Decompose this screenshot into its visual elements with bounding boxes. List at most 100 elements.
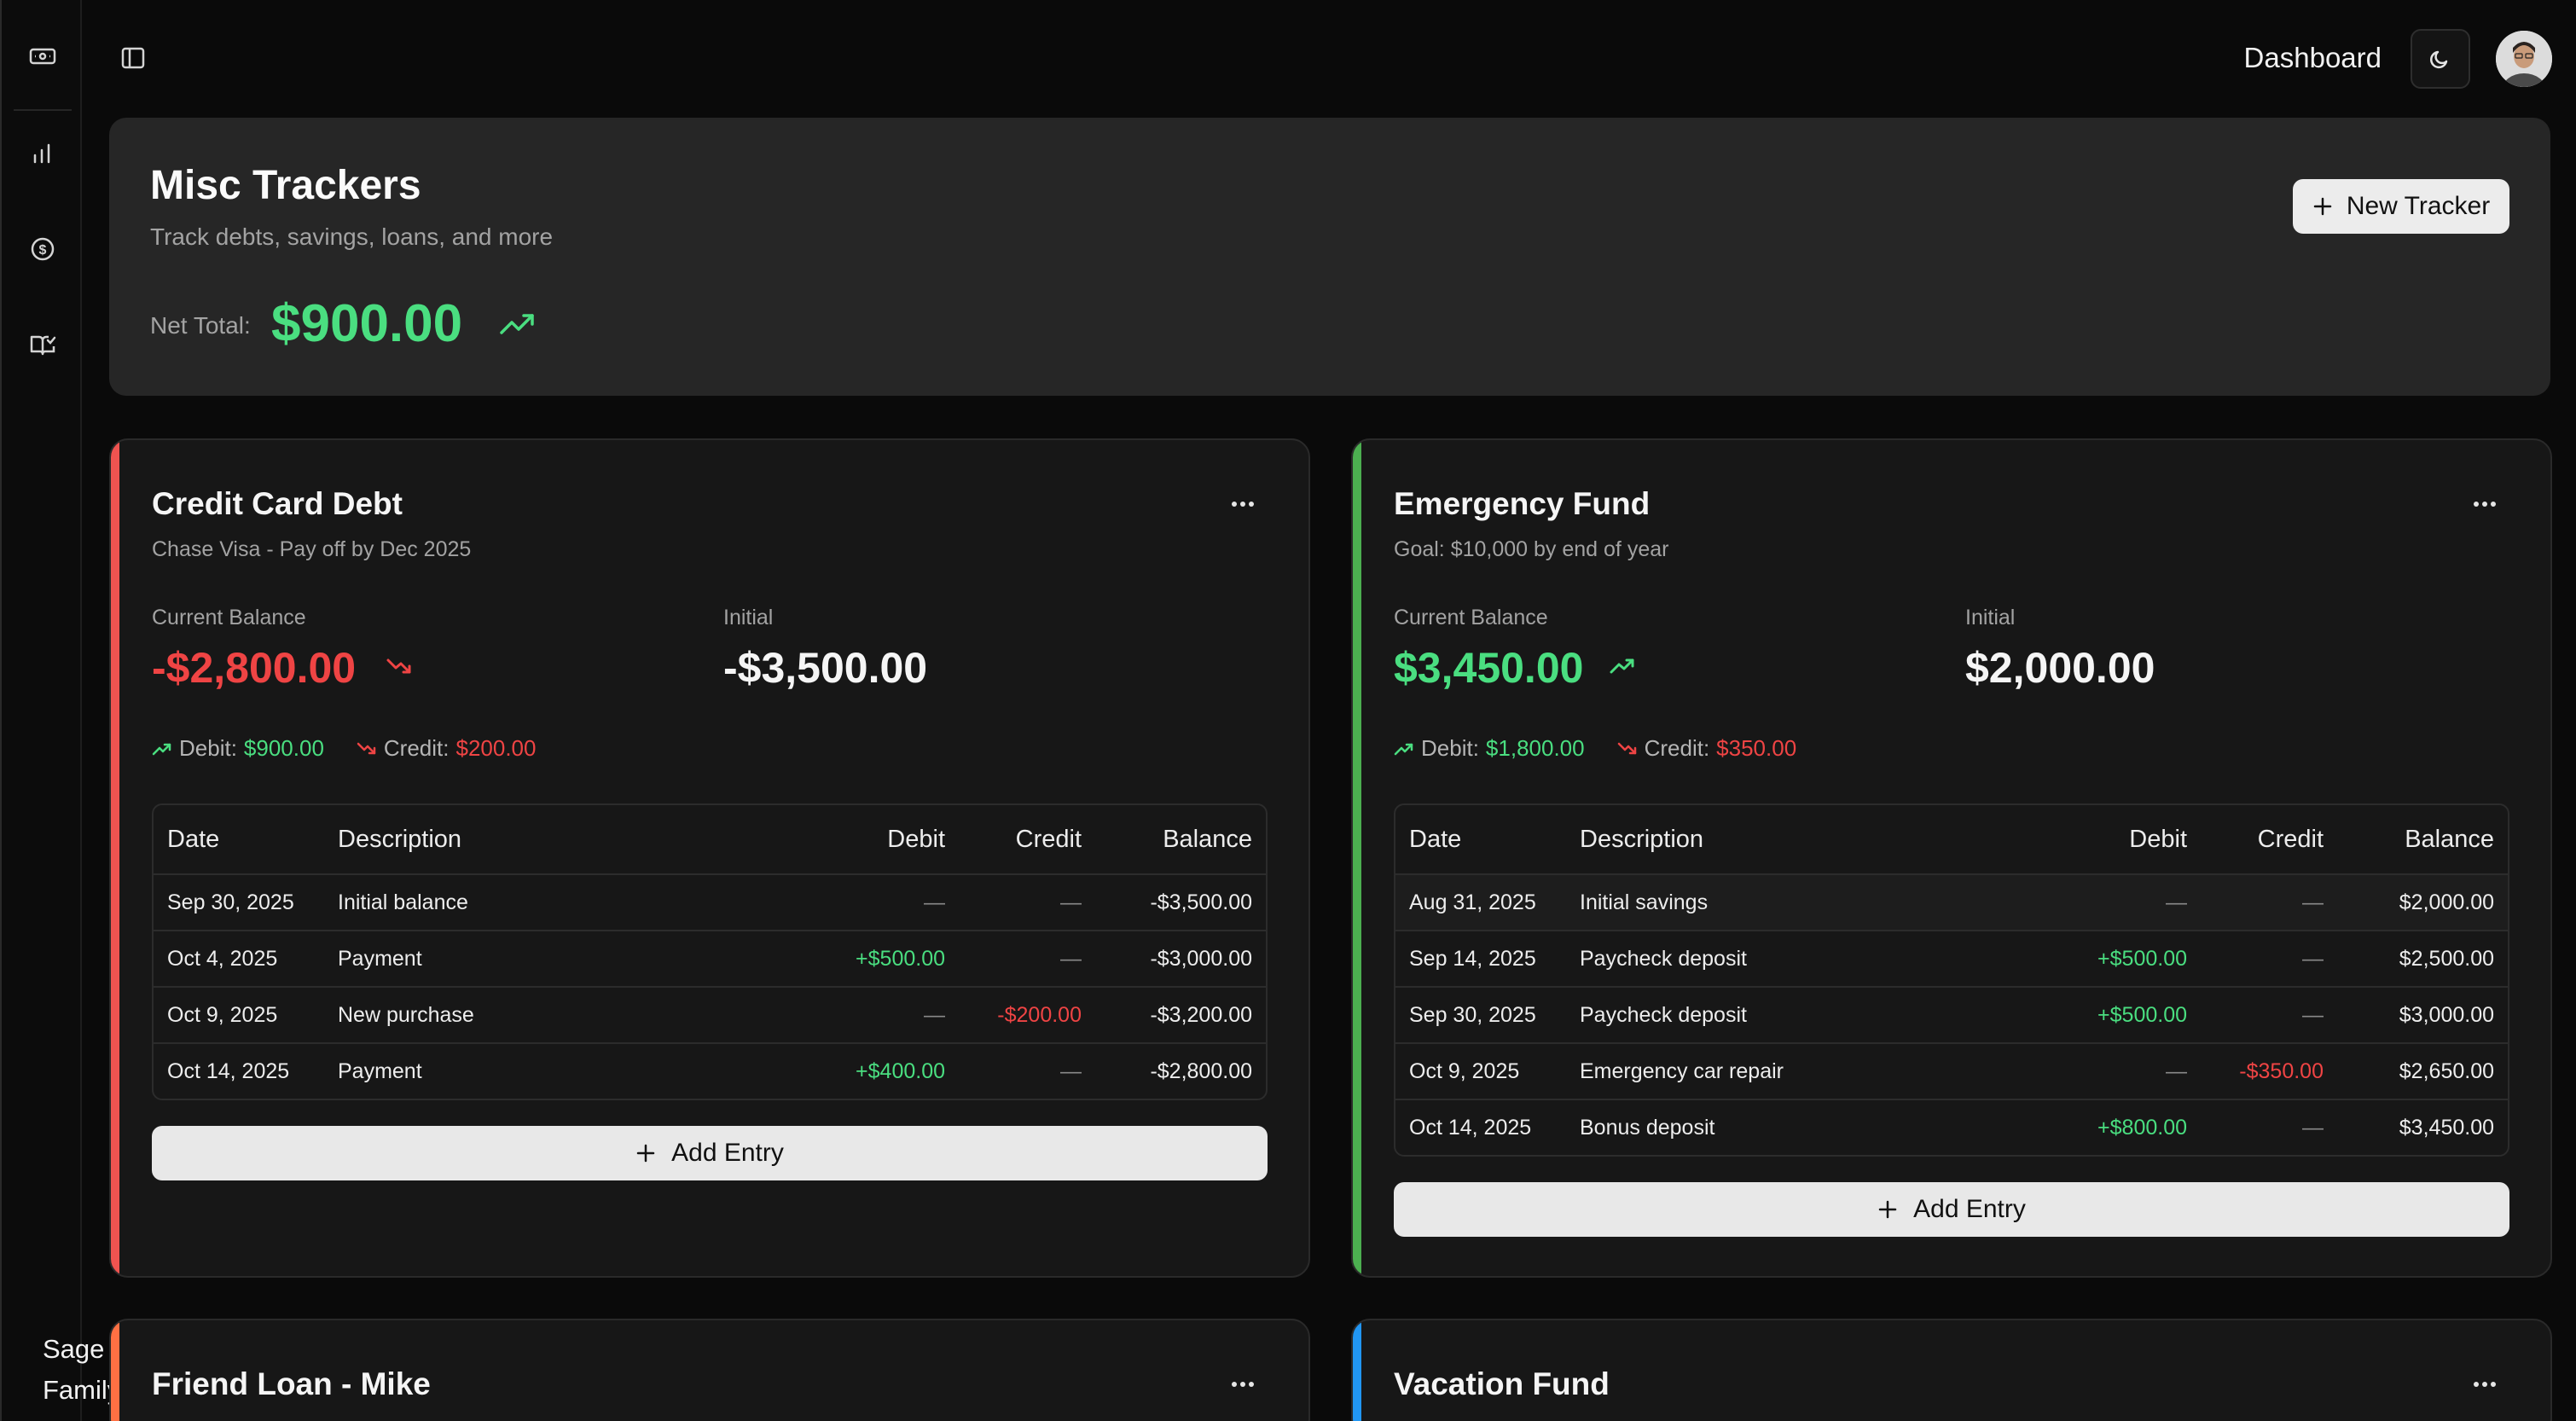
net-total-label: Net Total:	[150, 312, 251, 339]
table-row[interactable]: Oct 9, 2025 Emergency car repair — -$350…	[1395, 1042, 2508, 1099]
more-options-button[interactable]	[1230, 1372, 1256, 1397]
add-entry-label: Add Entry	[671, 1139, 784, 1167]
debit-summary-value: $900.00	[243, 735, 324, 761]
cell-description: New purchase	[338, 1002, 474, 1027]
cell-debit: —	[2166, 1058, 2187, 1083]
column-header-description: Description	[338, 825, 462, 853]
table-row[interactable]: Aug 31, 2025 Initial savings — — $2,000.…	[1395, 873, 2508, 930]
column-header-debit: Debit	[887, 825, 945, 853]
bar-chart-icon[interactable]	[26, 136, 60, 171]
trending-up-icon	[500, 314, 534, 334]
cell-credit: —	[2302, 890, 2324, 914]
new-tracker-label: New Tracker	[2346, 192, 2491, 220]
tracker-title: Credit Card Debt	[152, 486, 403, 521]
tracker-subtitle: Goal: $10,000 by end of year	[1394, 537, 1669, 561]
cell-balance: $2,000.00	[2399, 890, 2494, 914]
accent-bar	[111, 1320, 119, 1421]
add-entry-button[interactable]: Add Entry	[152, 1126, 1268, 1180]
cell-date: Oct 14, 2025	[167, 1058, 290, 1083]
credit-summary-value: $200.00	[455, 735, 537, 761]
table-row[interactable]: Oct 9, 2025 New purchase — -$200.00 -$3,…	[154, 986, 1266, 1042]
column-header-date: Date	[167, 825, 220, 853]
debit-summary-value: $1,800.00	[1485, 735, 1585, 761]
panel-left-icon	[121, 47, 145, 69]
cell-balance: $2,650.00	[2399, 1058, 2494, 1083]
cell-balance: -$3,200.00	[1150, 1002, 1252, 1027]
tracker-title: Emergency Fund	[1394, 486, 1651, 521]
table-row[interactable]: Oct 14, 2025 Bonus deposit +$800.00 — $3…	[1395, 1099, 2508, 1155]
table-header-row: Date Description Debit Credit Balance	[154, 805, 1266, 873]
cell-description: Emergency car repair	[1580, 1058, 1784, 1083]
tracker-card-vacation-fund: Vacation Fund	[1351, 1319, 2552, 1421]
theme-toggle-button[interactable]	[2411, 29, 2470, 89]
add-entry-label: Add Entry	[1913, 1195, 2026, 1223]
wallet-icon[interactable]	[26, 39, 60, 73]
trending-up-icon	[152, 743, 171, 755]
cell-description: Bonus deposit	[1580, 1115, 1715, 1140]
initial-value: $2,000.00	[1965, 644, 2155, 692]
more-options-button[interactable]	[1230, 491, 1256, 517]
book-check-icon[interactable]	[26, 328, 60, 362]
column-header-balance: Balance	[2405, 825, 2494, 853]
cell-credit: —	[2302, 1002, 2324, 1027]
cell-credit: -$200.00	[997, 1002, 1082, 1027]
column-header-date: Date	[1409, 825, 1462, 853]
tracker-card-friend-loan: Friend Loan - Mike	[109, 1319, 1310, 1421]
flow-summary: Debit: $900.00 Credit: $200.00	[152, 735, 536, 762]
more-options-button[interactable]	[2472, 491, 2498, 517]
ellipsis-icon	[2474, 1382, 2496, 1387]
cell-debit: +$500.00	[856, 946, 945, 971]
cell-date: Oct 4, 2025	[167, 946, 278, 971]
accent-bar	[111, 440, 119, 1276]
table-row[interactable]: Sep 14, 2025 Paycheck deposit +$500.00 —…	[1395, 930, 2508, 986]
cell-date: Sep 30, 2025	[167, 890, 294, 914]
tracker-card-emergency-fund: Emergency Fund Goal: $10,000 by end of y…	[1351, 438, 2552, 1278]
page-title: Misc Trackers	[150, 163, 421, 208]
cell-debit: —	[924, 890, 945, 914]
ellipsis-icon	[1232, 502, 1254, 507]
new-tracker-button[interactable]: New Tracker	[2293, 179, 2509, 234]
cell-credit: —	[2302, 1115, 2324, 1140]
avatar[interactable]	[2496, 31, 2552, 87]
current-balance-label: Current Balance	[152, 606, 306, 629]
cell-description: Initial balance	[338, 890, 468, 914]
cell-credit: —	[1060, 890, 1082, 914]
user-avatar-icon	[2496, 31, 2552, 87]
column-header-description: Description	[1580, 825, 1704, 853]
table-row[interactable]: Sep 30, 2025 Initial balance — — -$3,500…	[154, 873, 1266, 930]
tracker-card-credit-card-debt: Credit Card Debt Chase Visa - Pay off by…	[109, 438, 1310, 1278]
sidebar-toggle-button[interactable]	[116, 41, 150, 75]
plus-icon	[1878, 1200, 1897, 1219]
current-balance-label: Current Balance	[1394, 606, 1548, 629]
cell-credit: —	[1060, 946, 1082, 971]
column-header-balance: Balance	[1163, 825, 1252, 853]
initial-value: -$3,500.00	[723, 644, 928, 692]
table-row[interactable]: Oct 4, 2025 Payment +$500.00 — -$3,000.0…	[154, 930, 1266, 986]
cell-description: Paycheck deposit	[1580, 946, 1747, 971]
add-entry-button[interactable]: Add Entry	[1394, 1182, 2509, 1237]
svg-text:$: $	[39, 243, 47, 258]
cell-description: Payment	[338, 946, 422, 971]
table-row[interactable]: Sep 30, 2025 Paycheck deposit +$500.00 —…	[1395, 986, 2508, 1042]
cell-date: Sep 30, 2025	[1409, 1002, 1536, 1027]
table-row[interactable]: Oct 14, 2025 Payment +$400.00 — -$2,800.…	[154, 1042, 1266, 1099]
cell-balance: -$2,800.00	[1150, 1058, 1252, 1083]
cell-balance: -$3,000.00	[1150, 946, 1252, 971]
accent-bar	[1353, 1320, 1361, 1421]
trending-down-icon	[1617, 742, 1636, 754]
cell-description: Payment	[338, 1058, 422, 1083]
ellipsis-icon	[2474, 502, 2496, 507]
net-total-value: $900.00	[271, 294, 463, 353]
more-options-button[interactable]	[2472, 1372, 2498, 1397]
cell-debit: —	[924, 1002, 945, 1027]
initial-label: Initial	[723, 606, 774, 629]
cell-balance: $3,450.00	[2399, 1115, 2494, 1140]
entries-table: Date Description Debit Credit Balance Se…	[152, 803, 1268, 1100]
cell-date: Oct 9, 2025	[167, 1002, 278, 1027]
dollar-circle-icon[interactable]: $	[26, 232, 60, 266]
cell-description: Paycheck deposit	[1580, 1002, 1747, 1027]
breadcrumb[interactable]: Dashboard	[2244, 42, 2382, 74]
tracker-title: Friend Loan - Mike	[152, 1366, 431, 1401]
cell-date: Oct 14, 2025	[1409, 1115, 1532, 1140]
cell-credit: -$350.00	[2239, 1058, 2324, 1083]
